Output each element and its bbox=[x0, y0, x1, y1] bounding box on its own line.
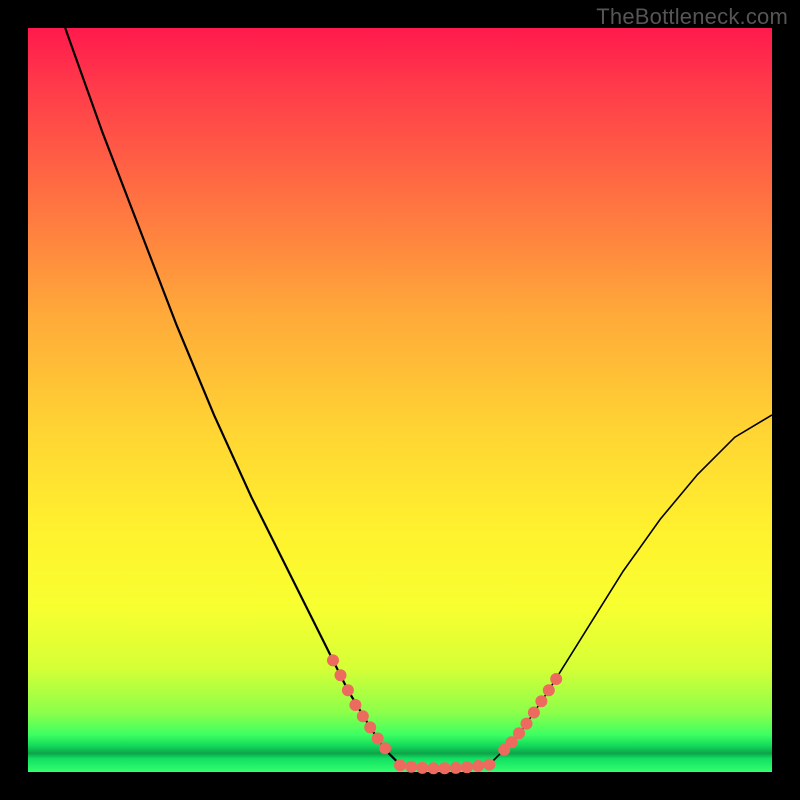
highlight-marker bbox=[349, 699, 361, 711]
highlight-marker bbox=[439, 762, 451, 774]
highlight-marker bbox=[472, 760, 484, 772]
highlight-marker bbox=[327, 654, 339, 666]
chart-frame: TheBottleneck.com bbox=[0, 0, 800, 800]
highlight-marker bbox=[357, 710, 369, 722]
highlight-marker bbox=[528, 707, 540, 719]
highlight-marker bbox=[543, 684, 555, 696]
highlight-marker bbox=[550, 673, 562, 685]
marker-cluster-floor bbox=[394, 759, 495, 775]
highlight-marker bbox=[394, 759, 406, 771]
highlight-marker bbox=[483, 759, 495, 771]
plot-area bbox=[28, 28, 772, 772]
highlight-marker bbox=[372, 733, 384, 745]
highlight-marker bbox=[364, 721, 376, 733]
curve-left-branch bbox=[65, 28, 400, 765]
highlight-marker bbox=[416, 762, 428, 774]
highlight-marker bbox=[379, 742, 391, 754]
highlight-marker bbox=[342, 684, 354, 696]
highlight-marker bbox=[335, 669, 347, 681]
highlight-marker bbox=[428, 762, 440, 774]
highlight-marker bbox=[405, 761, 417, 773]
curve-svg bbox=[28, 28, 772, 772]
highlight-marker bbox=[461, 761, 473, 773]
highlight-marker bbox=[450, 762, 462, 774]
highlight-marker bbox=[535, 695, 547, 707]
highlight-marker bbox=[521, 718, 533, 730]
highlight-marker bbox=[513, 727, 525, 739]
watermark-text: TheBottleneck.com bbox=[596, 4, 788, 30]
